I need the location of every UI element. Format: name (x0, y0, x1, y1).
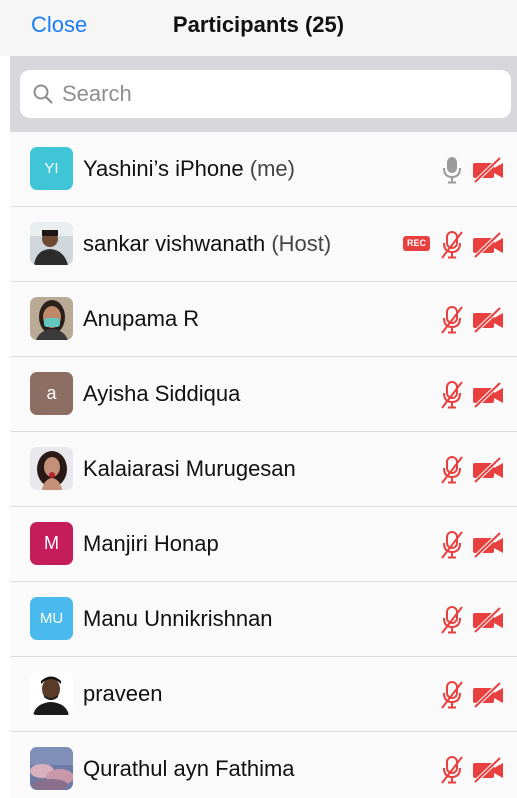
microphone-muted-icon[interactable] (440, 755, 464, 785)
video-off-icon[interactable] (472, 306, 504, 334)
search-input[interactable] (62, 78, 492, 110)
participant-name: sankar vishwanath (83, 231, 266, 256)
microphone-muted-icon[interactable] (440, 530, 464, 560)
search-box[interactable] (20, 70, 511, 118)
photo-avatar (30, 447, 73, 490)
participant-row[interactable]: Kalaiarasi Murugesan (10, 432, 517, 507)
search-bar-container (10, 56, 517, 132)
nav-bar: Close Participants (25) (0, 0, 517, 56)
participant-name: Manjiri Honap (83, 531, 219, 556)
participant-row[interactable]: Qurathul ayn Fathima (10, 732, 517, 798)
video-off-icon[interactable] (472, 156, 504, 184)
avatar-initials: YI (44, 160, 59, 177)
participant-name: Kalaiarasi Murugesan (83, 456, 296, 481)
participant-name: praveen (83, 681, 163, 706)
participant-name: Anupama R (83, 306, 200, 331)
video-off-icon[interactable] (472, 606, 504, 634)
video-off-icon[interactable] (472, 531, 504, 559)
participant-row[interactable]: M Manjiri Honap (10, 507, 517, 582)
avatar-initials: a (46, 383, 57, 403)
participant-name-line: Yashini’s iPhone (me) (83, 156, 295, 182)
participant-name-line: praveen (83, 681, 163, 707)
recording-badge: REC (403, 236, 430, 251)
microphone-muted-icon[interactable] (440, 305, 464, 335)
photo-avatar (30, 222, 73, 265)
photo-avatar (30, 672, 73, 715)
microphone-muted-icon[interactable] (440, 230, 464, 260)
avatar: M (30, 522, 73, 565)
video-off-icon[interactable] (472, 756, 504, 784)
participant-row[interactable]: YI Yashini’s iPhone (me) (10, 132, 517, 207)
video-off-icon[interactable] (472, 456, 504, 484)
participant-row[interactable]: Anupama R (10, 282, 517, 357)
photo-avatar (30, 297, 73, 340)
participant-row[interactable]: a Ayisha Siddiqua (10, 357, 517, 432)
participant-name-line: Manjiri Honap (83, 531, 219, 557)
video-off-icon[interactable] (472, 681, 504, 709)
participant-name: Qurathul ayn Fathima (83, 756, 295, 781)
participant-name-line: Manu Unnikrishnan (83, 606, 273, 632)
page-title: Participants (25) (172, 12, 345, 37)
video-off-icon[interactable] (472, 231, 504, 259)
participant-name-line: Anupama R (83, 306, 199, 332)
participant-tag: (me) (249, 156, 295, 181)
video-off-icon[interactable] (472, 381, 504, 409)
participant-row[interactable]: sankar vishwanath (Host) REC (10, 207, 517, 282)
participant-name-line: Ayisha Siddiqua (83, 381, 240, 407)
avatar: MU (30, 597, 73, 640)
avatar: YI (30, 147, 73, 190)
participant-list: YI Yashini’s iPhone (me) sankar vishwana… (10, 132, 517, 798)
participant-name-line: Kalaiarasi Murugesan (83, 456, 296, 482)
participant-name: Manu Unnikrishnan (83, 606, 273, 631)
microphone-muted-icon[interactable] (440, 380, 464, 410)
participant-name: Yashini’s iPhone (83, 156, 244, 181)
avatar-initials: M (44, 533, 59, 553)
avatar-initials: MU (39, 610, 64, 627)
participant-row[interactable]: MU Manu Unnikrishnan (10, 582, 517, 657)
microphone-muted-icon[interactable] (440, 605, 464, 635)
microphone-muted-icon[interactable] (440, 680, 464, 710)
photo-avatar (30, 747, 73, 790)
participant-tag: (Host) (271, 231, 332, 256)
microphone-icon[interactable] (440, 155, 464, 185)
search-icon (33, 84, 53, 104)
microphone-muted-icon[interactable] (440, 455, 464, 485)
participant-name-line: Qurathul ayn Fathima (83, 756, 295, 782)
avatar: a (30, 372, 73, 415)
participant-name-line: sankar vishwanath (Host) (83, 231, 331, 257)
participant-name: Ayisha Siddiqua (83, 381, 241, 406)
participant-row[interactable]: praveen (10, 657, 517, 732)
